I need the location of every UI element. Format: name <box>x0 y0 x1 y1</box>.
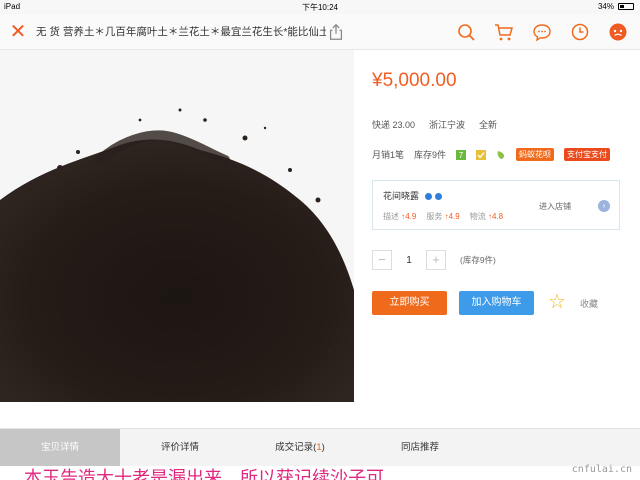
profile-icon[interactable] <box>608 22 628 42</box>
quantity-stock-note: (库存9件) <box>460 255 496 265</box>
product-image[interactable] <box>0 50 354 402</box>
guarantee-icon <box>476 149 487 160</box>
enter-shop-link[interactable]: 进入店铺 <box>539 201 571 212</box>
chevron-right-icon[interactable]: › <box>598 200 610 212</box>
share-icon[interactable] <box>327 23 345 41</box>
overlay-caption: 本玉告造大十老是漏出来，所以获记续沙子可 <box>24 468 384 480</box>
tab-transactions-label: 成交记录( <box>275 442 317 453</box>
shop-name-row: 花间晓露 <box>383 189 442 202</box>
search-icon[interactable] <box>456 22 476 42</box>
favorite-label[interactable]: 收藏 <box>580 297 598 310</box>
add-to-cart-button[interactable]: 加入购物车 <box>459 291 534 315</box>
product-price: ¥5,000.00 <box>372 70 457 91</box>
rating-value: ↑4.8 <box>487 212 504 221</box>
battery-icon <box>618 3 634 10</box>
detail-tabs: 宝贝详情 评价详情 成交记录(1) 同店推荐 <box>0 428 640 467</box>
crown-icon <box>434 193 442 201</box>
rating-service: 服务 ↑4.9 <box>426 211 459 222</box>
star-icon[interactable]: ☆ <box>548 292 568 312</box>
crown-icon <box>424 193 432 201</box>
caption-strip: 本玉告造大十老是漏出来，所以获记续沙子可 <box>0 466 640 480</box>
rating-value: ↑4.9 <box>401 212 417 221</box>
rating-logistics: 物流 ↑4.8 <box>470 211 503 222</box>
shop-name: 花间晓露 <box>383 191 420 201</box>
rating-value: ↑4.9 <box>444 212 460 221</box>
shop-card[interactable]: 花间晓露 描述 ↑4.9 服务 ↑4.9 物流 ↑4.8 进入店铺 › <box>372 180 620 230</box>
item-condition: 全新 <box>479 120 498 130</box>
product-title: 无 货 营养土＊几百年腐叶土＊兰花土＊最宜兰花生长*能比仙土 <box>36 26 326 38</box>
cart-icon[interactable] <box>494 22 514 42</box>
huabei-badge: 蚂蚁花呗 <box>516 148 555 161</box>
status-right: 34% <box>598 2 634 11</box>
clock-icon[interactable] <box>570 22 590 42</box>
quantity-value[interactable]: 1 <box>392 255 426 266</box>
status-bar: iPad 下午10:24 34% <box>0 0 640 14</box>
tab-item-details[interactable]: 宝贝详情 <box>0 429 120 467</box>
quantity-plus-button[interactable]: + <box>426 250 446 270</box>
battery-percent: 34% <box>597 2 614 11</box>
shipping-fee: 快递 23.00 <box>372 120 416 130</box>
rating-label: 描述 <box>383 212 399 221</box>
quantity-minus-button[interactable]: − <box>372 250 392 270</box>
tab-shop-recommend[interactable]: 同店推荐 <box>360 429 480 467</box>
ship-location: 浙江宁波 <box>429 120 466 130</box>
buy-now-button[interactable]: 立即购买 <box>372 291 447 315</box>
alipay-badge: 支付宝支付 <box>564 148 611 161</box>
quantity-stepper: − 1 + (库存9件) <box>372 250 496 270</box>
message-icon[interactable] <box>532 22 552 42</box>
stock-count: 库存9件 <box>414 150 447 160</box>
svg-text:7: 7 <box>459 151 464 160</box>
shop-ratings: 描述 ↑4.9 服务 ↑4.9 物流 ↑4.8 <box>383 211 503 222</box>
monthly-sales: 月销1笔 <box>372 150 405 160</box>
rating-label: 物流 <box>469 212 486 221</box>
watermark: cnfulai.cn <box>571 464 632 475</box>
status-time: 下午10:24 <box>301 3 339 12</box>
soil-photo <box>0 50 354 402</box>
close-icon[interactable]: ✕ <box>8 22 28 42</box>
leaf-icon <box>497 150 505 159</box>
sales-info: 月销1笔 库存9件 7 蚂蚁花呗 支付宝支付 <box>372 148 611 161</box>
seven-day-return-icon: 7 <box>456 149 467 160</box>
shipping-info: 快递 23.00 浙江宁波 全新 <box>372 118 497 131</box>
tab-reviews[interactable]: 评价详情 <box>120 429 240 467</box>
rating-label: 服务 <box>426 212 443 221</box>
nav-icon-group <box>456 22 628 42</box>
tab-transactions[interactable]: 成交记录(1) <box>240 429 360 467</box>
tab-transactions-suffix: ) <box>321 442 325 453</box>
navbar: ✕ 无 货 营养土＊几百年腐叶土＊兰花土＊最宜兰花生长*能比仙土 <box>0 14 640 50</box>
rating-description: 描述 ↑4.9 <box>383 211 416 222</box>
